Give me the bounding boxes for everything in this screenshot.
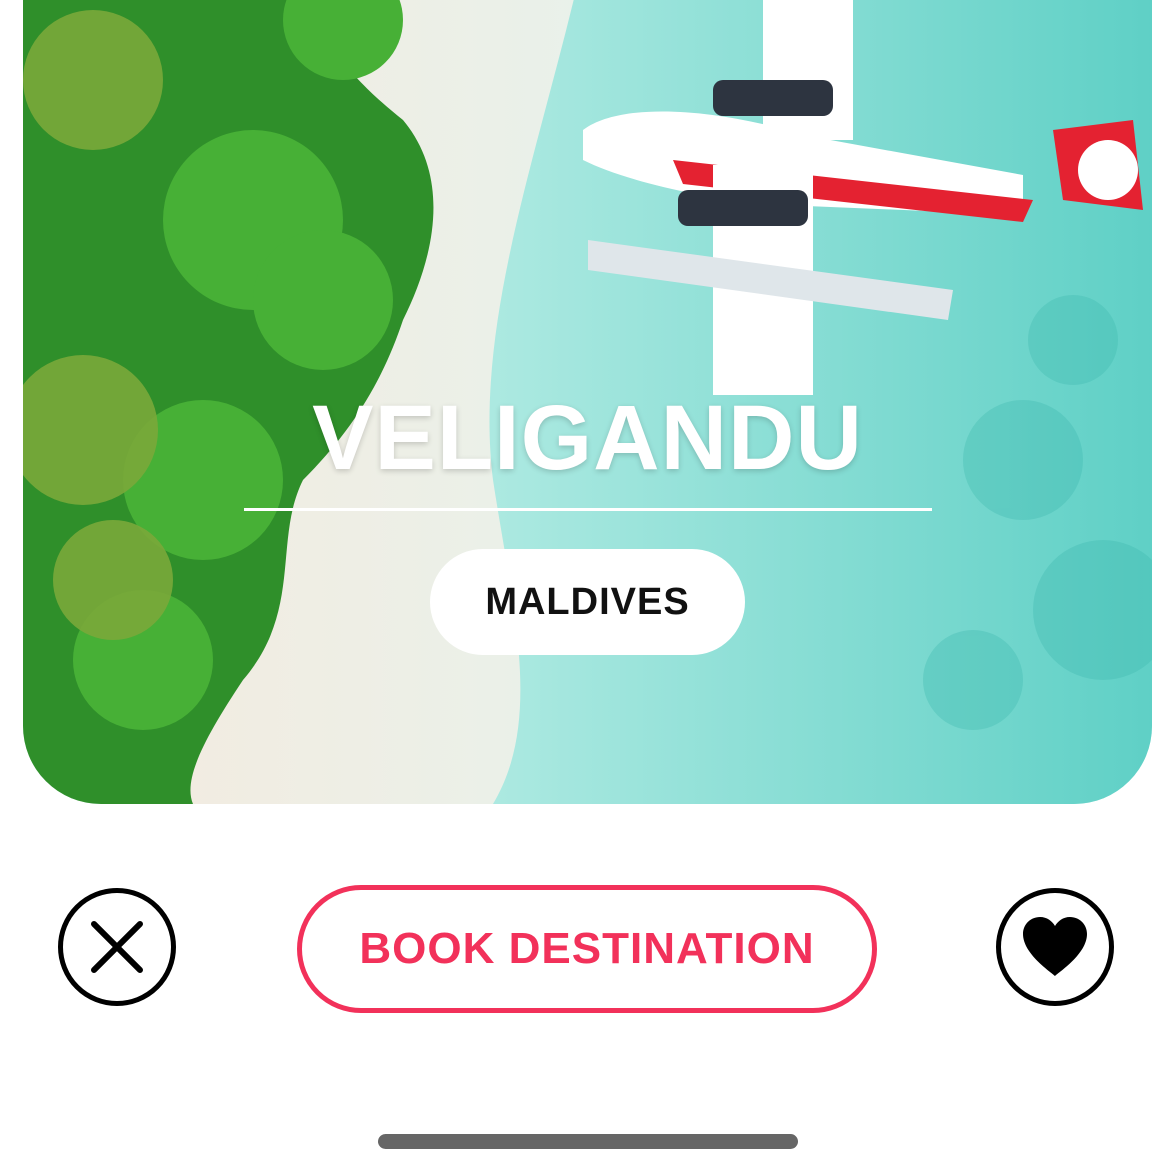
like-button[interactable] — [996, 888, 1114, 1006]
book-destination-button[interactable]: BOOK DESTINATION — [297, 885, 877, 1013]
home-indicator[interactable] — [378, 1134, 798, 1149]
dismiss-button[interactable] — [58, 888, 176, 1006]
destination-name: VELIGANDU — [312, 387, 863, 489]
heart-icon — [1023, 917, 1087, 976]
destination-card[interactable]: VELIGANDU MALDIVES — [23, 0, 1152, 804]
title-divider — [244, 508, 932, 511]
close-icon — [91, 921, 143, 973]
country-badge[interactable]: MALDIVES — [430, 549, 745, 655]
